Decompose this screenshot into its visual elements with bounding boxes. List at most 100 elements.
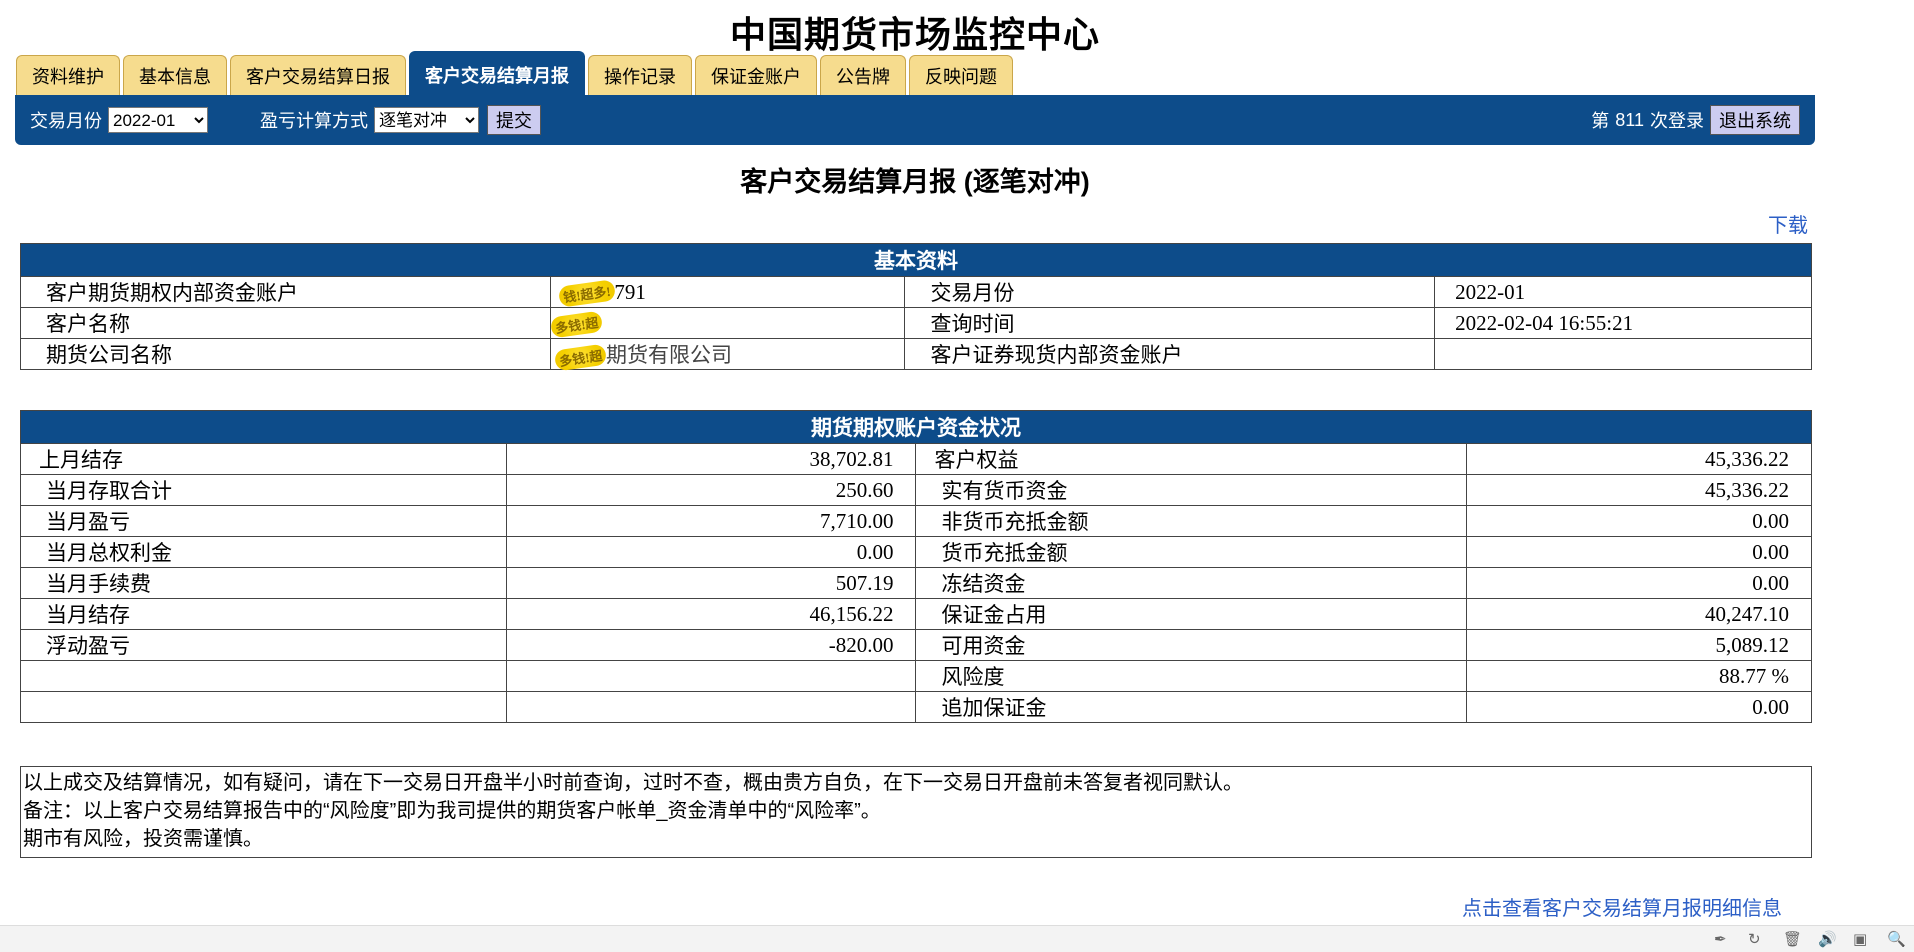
tab-feedback[interactable]: 反映问题: [909, 55, 1013, 95]
funds-label: 当月总权利金: [20, 536, 507, 568]
funds-label: 当月盈亏: [20, 505, 507, 537]
notice-line: 期市有风险，投资需谨慎。: [23, 828, 263, 850]
login-prefix: 第: [1591, 111, 1610, 131]
query-time-value: 2022-02-04 16:55:21: [1434, 307, 1812, 339]
notice-line: 以上成交及结算情况，如有疑问，请在下一交易日开盘半小时前查询，过时不查，概由贵方…: [23, 772, 1243, 794]
funds-label: 保证金占用: [915, 598, 1468, 630]
securities-account-label: 客户证券现货内部资金账户: [904, 338, 1436, 370]
funds-value: 0.00: [1466, 567, 1812, 599]
funds-label: [20, 691, 507, 723]
table-row: 当月结存 46,156.22 保证金占用 40,247.10: [20, 598, 1812, 630]
funds-value: 250.60: [505, 474, 917, 506]
funds-header: 期货期权账户资金状况: [20, 410, 1812, 444]
delete-icon[interactable]: 🗑: [1783, 930, 1802, 948]
funds-label: 追加保证金: [915, 691, 1468, 723]
pin-icon[interactable]: ✒: [1714, 930, 1727, 948]
table-row: 追加保证金 0.00: [20, 691, 1812, 723]
securities-account-value: [1434, 338, 1812, 370]
table-row: 风险度 88.77 %: [20, 660, 1812, 692]
basic-info-header: 基本资料: [20, 243, 1812, 277]
download-link[interactable]: 下载: [1768, 209, 1808, 238]
table-row: 客户期货期权内部资金账户 钱!超多! 791 交易月份 2022-01: [20, 276, 1812, 308]
browser-status-bar: ✒ ↻ 🗑 🔊 ▣ 🔍: [0, 925, 1914, 952]
funds-value: 45,336.22: [1466, 443, 1812, 475]
account-label: 客户期货期权内部资金账户: [20, 276, 551, 308]
tab-bulletin[interactable]: 公告牌: [820, 55, 906, 95]
method-label: 盈亏计算方式: [260, 111, 368, 131]
table-row: 当月手续费 507.19 冻结资金 0.00: [20, 567, 1812, 599]
table-row: 当月盈亏 7,710.00 非货币充抵金额 0.00: [20, 505, 1812, 537]
funds-value: 0.00: [1466, 536, 1812, 568]
funds-value: 40,247.10: [1466, 598, 1812, 630]
funds-value: 38,702.81: [505, 443, 917, 475]
funds-label: 当月结存: [20, 598, 507, 630]
funds-value: -820.00: [505, 629, 917, 661]
table-row: 客户名称 多钱!超 查询时间 2022-02-04 16:55:21: [20, 307, 1812, 339]
tab-data-maintenance[interactable]: 资料维护: [16, 55, 120, 95]
funds-value: 7,710.00: [505, 505, 917, 537]
report-title: 客户交易结算月报 (逐笔对冲): [740, 167, 1090, 197]
tab-daily-report[interactable]: 客户交易结算日报: [230, 55, 406, 95]
logout-button[interactable]: 退出系统: [1710, 105, 1800, 135]
main-tabs: 资料维护 基本信息 客户交易结算日报 客户交易结算月报 操作记录 保证金账户 公…: [16, 51, 1016, 95]
window-icon[interactable]: ▣: [1853, 930, 1867, 948]
month-field-label: 交易月份: [904, 276, 1436, 308]
login-suffix: 次登录: [1650, 111, 1704, 131]
funds-value: [505, 660, 917, 692]
month-select[interactable]: 2022-01: [108, 107, 208, 133]
query-toolbar: 交易月份 2022-01 盈亏计算方式 逐笔对冲 提交 第 811 次登录 退出…: [15, 95, 1815, 145]
month-field-value: 2022-01: [1434, 276, 1812, 308]
funds-label: 非货币充抵金额: [915, 505, 1468, 537]
redaction-mask: 多钱!超: [549, 310, 604, 339]
company-name-label: 期货公司名称: [20, 338, 551, 370]
funds-label: 冻结资金: [915, 567, 1468, 599]
table-row: 上月结存 38,702.81 客户权益 45,336.22: [20, 443, 1812, 475]
client-name-value: 多钱!超: [549, 307, 906, 339]
funds-label: 客户权益: [915, 443, 1468, 475]
detail-link[interactable]: 点击查看客户交易结算月报明细信息: [1462, 892, 1782, 921]
funds-label: 当月存取合计: [20, 474, 507, 506]
zoom-icon[interactable]: 🔍: [1887, 930, 1906, 948]
login-count: 811: [1615, 109, 1644, 130]
tab-basic-info[interactable]: 基本信息: [123, 55, 227, 95]
account-value: 钱!超多! 791: [549, 276, 906, 308]
funds-label: 上月结存: [20, 443, 507, 475]
funds-value: 46,156.22: [505, 598, 917, 630]
funds-value: 507.19: [505, 567, 917, 599]
funds-value: 0.00: [1466, 505, 1812, 537]
funds-value: 5,089.12: [1466, 629, 1812, 661]
table-row: 当月存取合计 250.60 实有货币资金 45,336.22: [20, 474, 1812, 506]
funds-label: 可用资金: [915, 629, 1468, 661]
funds-table: 期货期权账户资金状况 上月结存 38,702.81 客户权益 45,336.22…: [20, 410, 1812, 723]
redaction-mask: 钱!超多!: [557, 279, 616, 308]
funds-label: 浮动盈亏: [20, 629, 507, 661]
funds-value: 45,336.22: [1466, 474, 1812, 506]
tab-margin-account[interactable]: 保证金账户: [695, 55, 817, 95]
funds-value: 88.77 %: [1466, 660, 1812, 692]
funds-label: [20, 660, 507, 692]
funds-label: 风险度: [915, 660, 1468, 692]
basic-info-table: 基本资料 客户期货期权内部资金账户 钱!超多! 791 交易月份 2022-01 …: [20, 243, 1812, 372]
funds-value: [505, 691, 917, 723]
company-name-value: 多钱!超 期货有限公司: [549, 338, 906, 372]
submit-button[interactable]: 提交: [487, 105, 541, 135]
funds-label: 货币充抵金额: [915, 536, 1468, 568]
tab-monthly-report[interactable]: 客户交易结算月报: [409, 51, 585, 95]
notice-line: 备注：以上客户交易结算报告中的“风险度”即为我司提供的期货客户帐单_资金清单中的…: [23, 800, 881, 822]
query-time-label: 查询时间: [904, 307, 1436, 339]
redaction-mask: 多钱!超: [553, 343, 608, 372]
table-row: 当月总权利金 0.00 货币充抵金额 0.00: [20, 536, 1812, 568]
method-select[interactable]: 逐笔对冲: [374, 107, 479, 133]
funds-label: 当月手续费: [20, 567, 507, 599]
table-row: 期货公司名称 多钱!超 期货有限公司 客户证券现货内部资金账户: [20, 338, 1812, 372]
notice-box: 以上成交及结算情况，如有疑问，请在下一交易日开盘半小时前查询，过时不查，概由贵方…: [20, 766, 1812, 858]
refresh-icon[interactable]: ↻: [1748, 930, 1761, 948]
funds-value: 0.00: [1466, 691, 1812, 723]
table-row: 浮动盈亏 -820.00 可用资金 5,089.12: [20, 629, 1812, 661]
client-name-label: 客户名称: [20, 307, 551, 339]
funds-value: 0.00: [505, 536, 917, 568]
volume-icon[interactable]: 🔊: [1818, 930, 1837, 948]
funds-label: 实有货币资金: [915, 474, 1468, 506]
tab-operation-log[interactable]: 操作记录: [588, 55, 692, 95]
month-label: 交易月份: [30, 111, 102, 131]
